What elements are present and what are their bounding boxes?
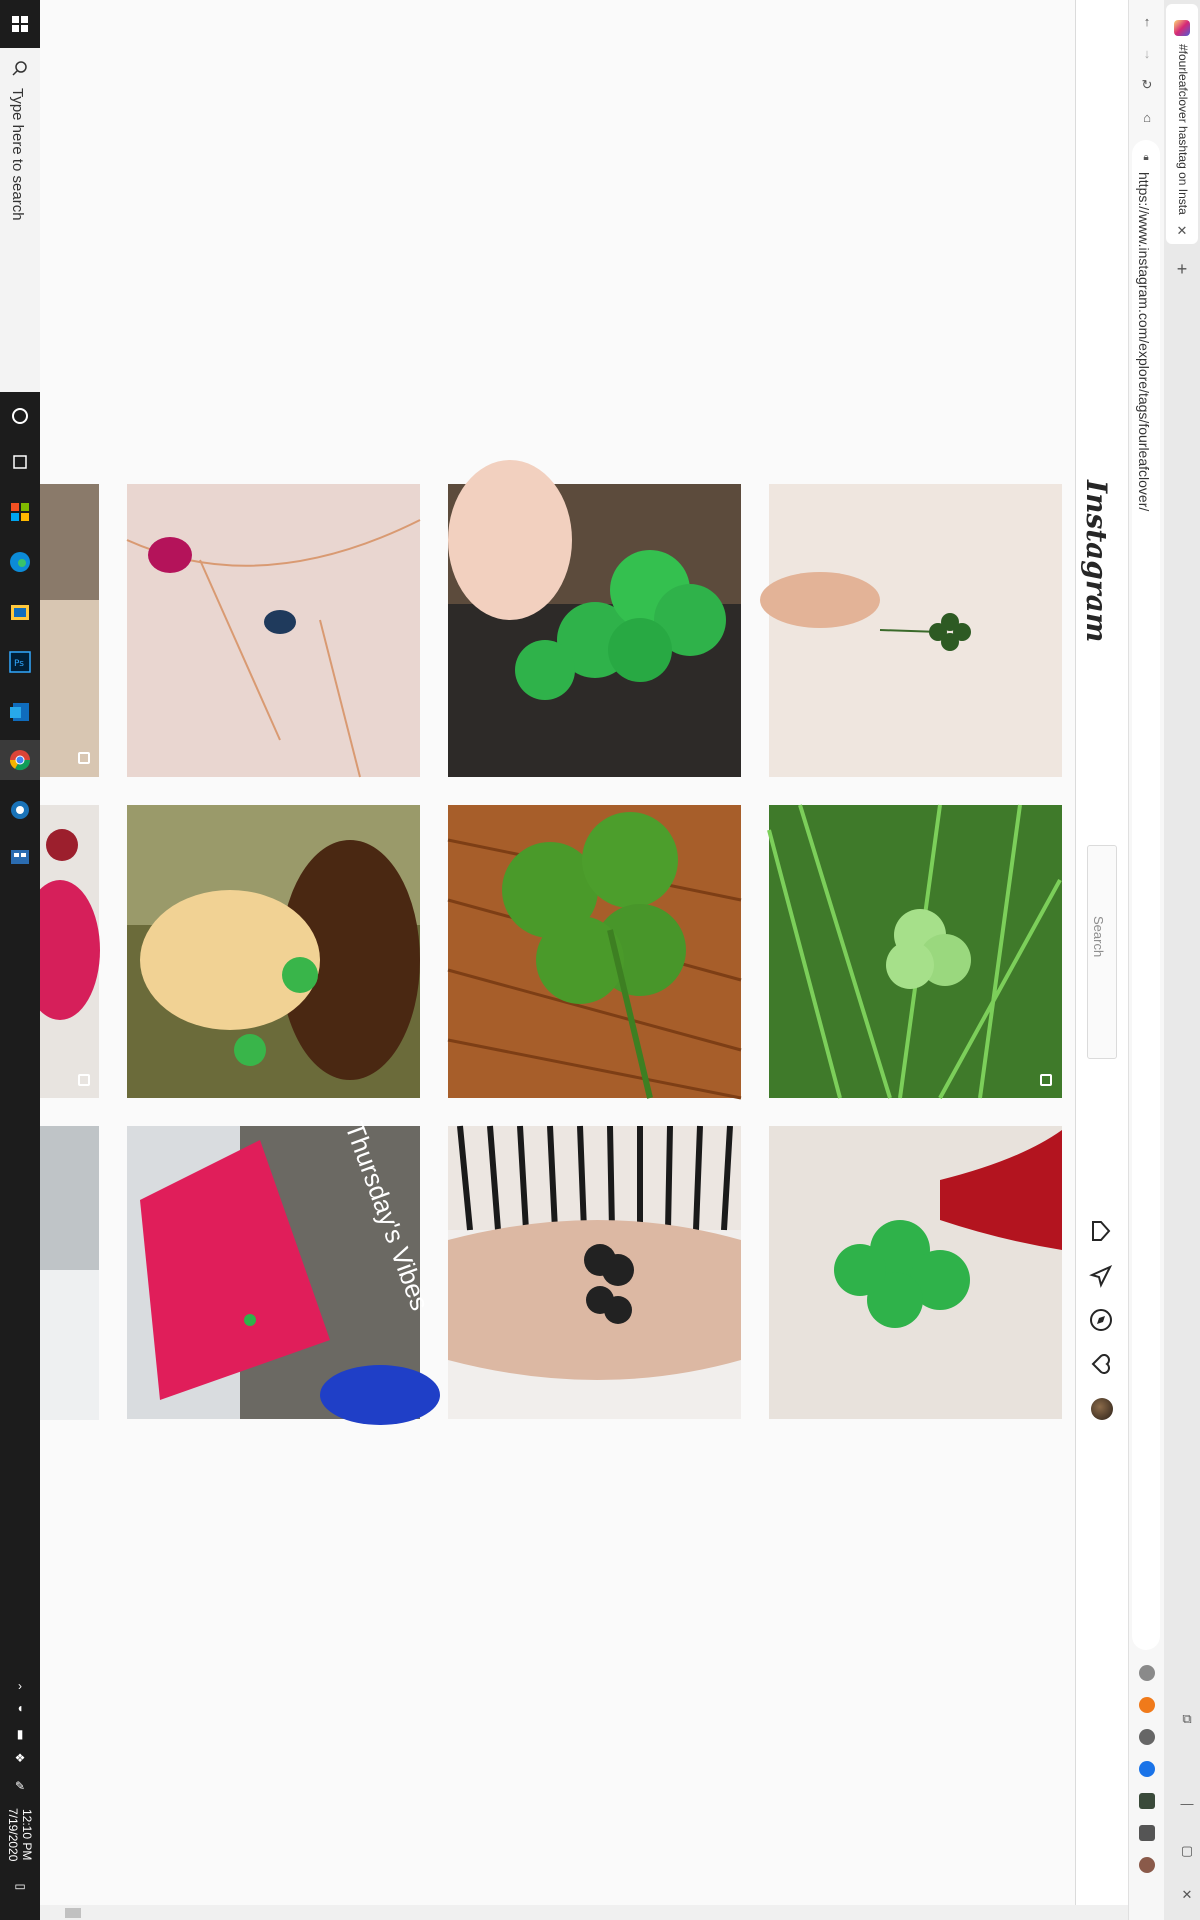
browser-tab-active[interactable]: #fourleafclover hashtag on Insta ✕ xyxy=(1166,4,1198,244)
maximize-icon[interactable]: ▢ xyxy=(1178,1842,1196,1860)
extension-circle-icon[interactable] xyxy=(1139,1729,1155,1745)
photoshop-icon[interactable]: Ps xyxy=(8,650,32,674)
search-icon xyxy=(12,61,27,76)
extension-blue-icon[interactable] xyxy=(1139,1761,1155,1777)
post-0-image[interactable] xyxy=(126,484,421,778)
direct-message-icon[interactable] xyxy=(1089,1264,1113,1288)
post-2-image[interactable] xyxy=(760,484,1062,777)
extension-chart-icon[interactable] xyxy=(1139,1793,1155,1809)
file-explorer-icon[interactable] xyxy=(8,600,32,624)
minimize-icon[interactable]: — xyxy=(1178,1794,1196,1812)
multi-post-icon xyxy=(1040,1074,1052,1086)
partial-post-column[interactable] xyxy=(40,484,100,1420)
activity-heart-icon[interactable] xyxy=(1089,1352,1113,1376)
extensions-puzzle-icon[interactable] xyxy=(1139,1825,1155,1841)
home-button-icon[interactable]: ⌂ xyxy=(1138,108,1156,126)
post-3-image[interactable] xyxy=(127,805,420,1098)
volume-icon[interactable]: ◖ xyxy=(12,1700,28,1716)
cortana-icon[interactable] xyxy=(8,404,32,428)
instagram-search-input[interactable]: Search xyxy=(1087,845,1117,1059)
taskbar-clock[interactable]: 12:10 PM 7/19/2020 xyxy=(6,1808,34,1861)
chevron-up-icon[interactable]: › xyxy=(12,1678,28,1694)
instagram-logo[interactable]: Instagram xyxy=(1075,480,1128,642)
extension-orange-icon[interactable] xyxy=(1139,1697,1155,1713)
post-6-image[interactable]: Thursday's Vibes xyxy=(127,1118,440,1425)
window-restore-icon[interactable]: ⧉ xyxy=(1178,1710,1196,1728)
windows-taskbar: Type here to search Ps › ◖ ▮ ❖ ✎ 12:10 P… xyxy=(0,0,40,1920)
tab-strip xyxy=(1164,0,1200,1920)
taskbar-search-placeholder: Type here to search xyxy=(9,88,26,221)
task-view-icon[interactable] xyxy=(8,450,32,474)
notifications-icon[interactable]: ▭ xyxy=(12,1878,28,1894)
remote-desktop-icon[interactable] xyxy=(8,846,32,870)
scrollbar-thumb[interactable] xyxy=(65,1908,81,1918)
multi-post-icon xyxy=(78,752,90,764)
profile-avatar[interactable] xyxy=(1091,1398,1113,1420)
home-icon[interactable] xyxy=(1089,1219,1113,1243)
post-7-image[interactable] xyxy=(448,1125,741,1419)
instagram-logo-text: Instagram xyxy=(1080,480,1113,643)
lock-icon: 🔒︎ xyxy=(1143,151,1149,163)
close-tab-icon[interactable]: ✕ xyxy=(1173,222,1191,240)
back-arrow-icon[interactable]: ↑ xyxy=(1138,12,1156,30)
chrome-icon[interactable] xyxy=(0,740,40,780)
windows-logo-icon xyxy=(12,16,28,32)
instagram-favicon-icon xyxy=(1174,20,1190,36)
forward-arrow-icon[interactable]: ↓ xyxy=(1138,44,1156,62)
taskbar-search-box[interactable]: Type here to search xyxy=(0,48,40,392)
windows-start-button[interactable] xyxy=(0,0,40,48)
post-8-image[interactable] xyxy=(769,1126,1062,1419)
post-5-image[interactable] xyxy=(767,804,1062,1099)
edge-icon[interactable] xyxy=(8,550,32,574)
multi-post-icon xyxy=(78,1074,90,1086)
store-icon[interactable] xyxy=(8,500,32,524)
clock-date: 7/19/2020 xyxy=(6,1808,20,1862)
post-4-image[interactable] xyxy=(447,805,742,1100)
pen-icon[interactable]: ✎ xyxy=(12,1778,28,1794)
address-bar[interactable]: 🔒︎ https://www.instagram.com/explore/tag… xyxy=(1132,140,1160,1650)
instagram-search-placeholder: Search xyxy=(1091,916,1106,958)
profile-z-icon[interactable] xyxy=(1139,1857,1155,1873)
post-1-image[interactable] xyxy=(448,460,741,777)
explore-compass-icon[interactable] xyxy=(1089,1308,1113,1332)
extension-g-icon[interactable] xyxy=(1139,1665,1155,1681)
horizontal-scrollbar[interactable] xyxy=(40,1905,1128,1920)
tab-title: #fourleafclover hashtag on Insta xyxy=(1176,44,1190,215)
clock-time: 12:10 PM xyxy=(20,1809,34,1861)
svg-text:Ps: Ps xyxy=(14,659,24,669)
close-window-icon[interactable]: ✕ xyxy=(1178,1886,1196,1904)
dropbox-icon[interactable]: ❖ xyxy=(12,1750,28,1766)
instagram-content: Thursday's Vibes xyxy=(40,0,1075,1905)
outlook-icon[interactable] xyxy=(8,700,32,724)
address-bar-url: https://www.instagram.com/explore/tags/f… xyxy=(1136,172,1152,512)
battery-icon[interactable]: ▮ xyxy=(12,1726,28,1742)
settings-app-icon[interactable] xyxy=(8,798,32,822)
new-tab-icon[interactable]: + xyxy=(1173,259,1191,279)
reload-icon[interactable]: ↻ xyxy=(1138,76,1156,94)
